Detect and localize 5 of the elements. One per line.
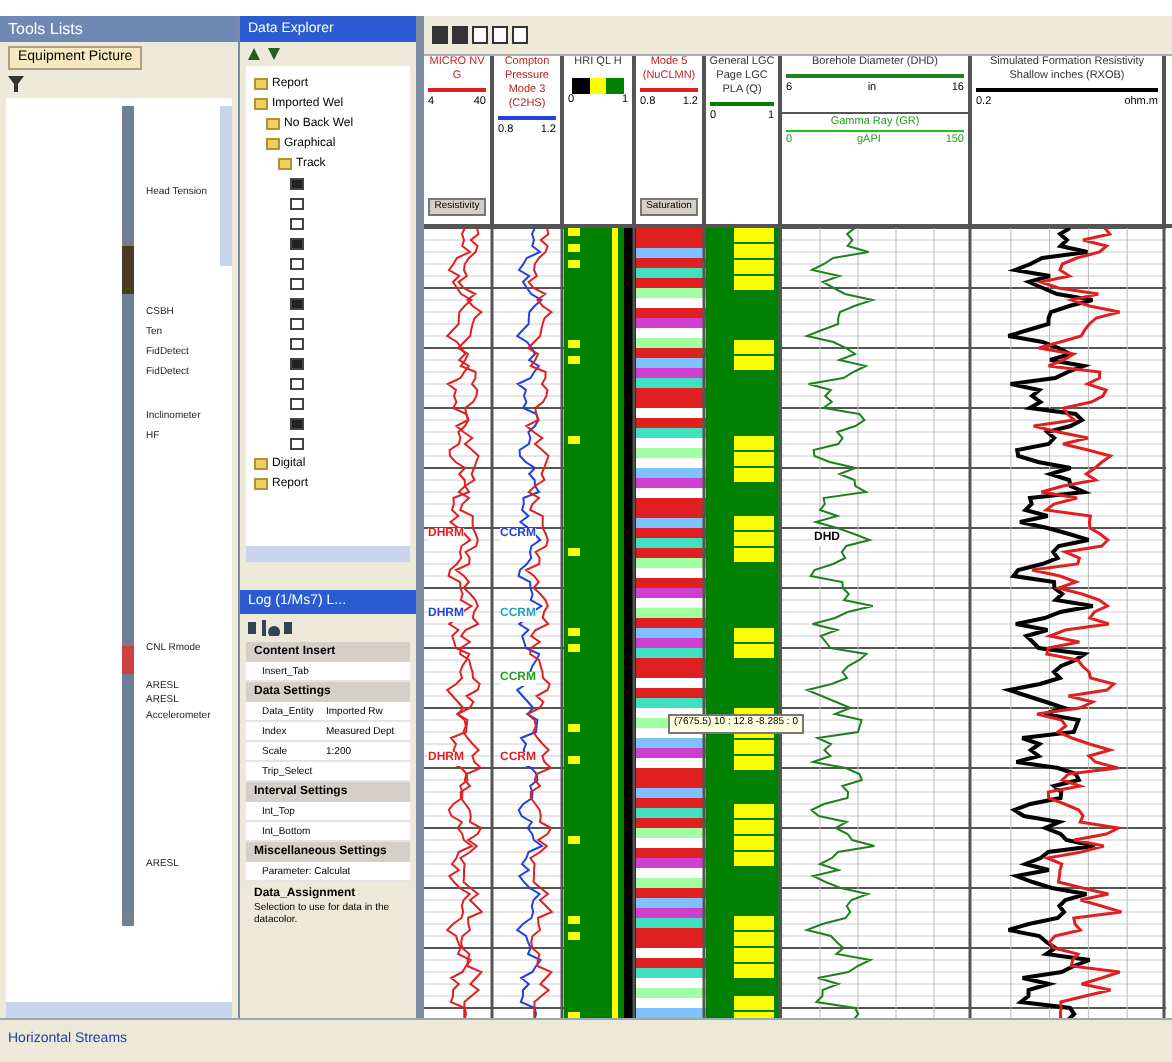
property-tools-icon[interactable]	[248, 620, 292, 636]
panel-title: Tools Lists	[0, 16, 238, 42]
sort-arrows-icon[interactable]	[248, 48, 280, 60]
filter-icon[interactable]	[8, 76, 24, 92]
flag-legend	[572, 78, 624, 94]
